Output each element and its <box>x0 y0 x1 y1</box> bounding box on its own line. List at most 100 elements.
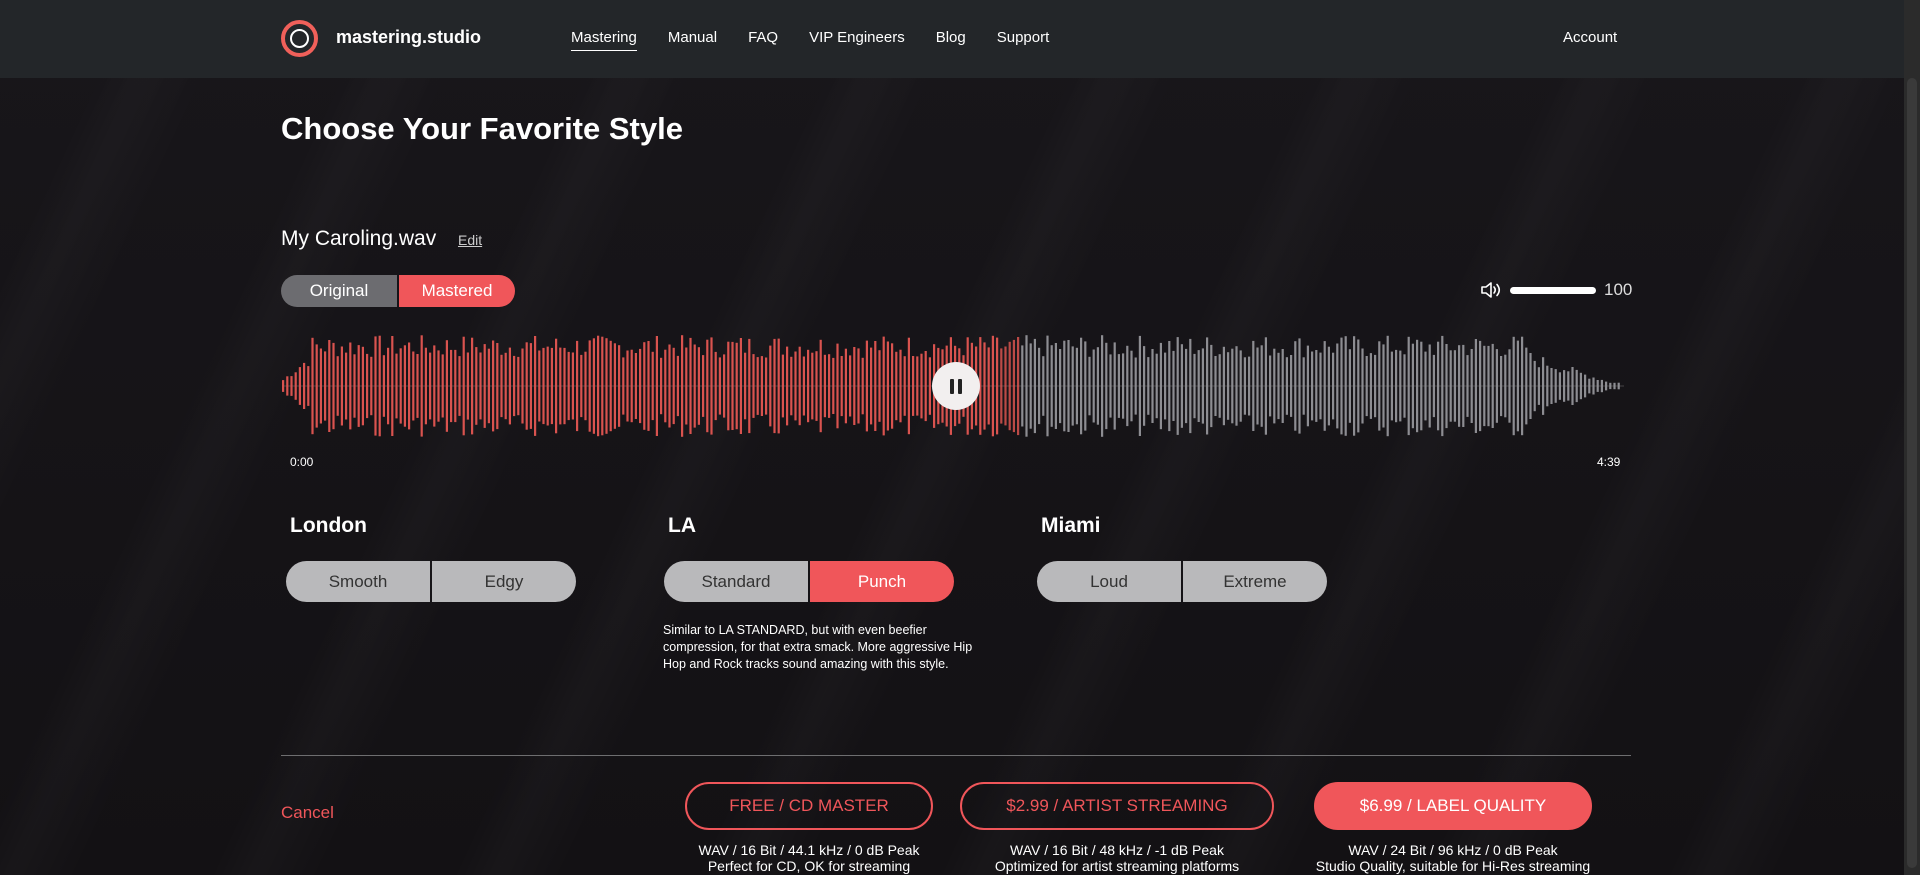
waveform-bar <box>1554 369 1557 403</box>
waveform-bar <box>1172 350 1175 421</box>
waveform-bar <box>1180 344 1183 428</box>
style-description: Similar to LA STANDARD, but with even be… <box>663 623 973 671</box>
london-edgy-button[interactable]: Edgy <box>432 561 576 602</box>
nav-item-manual[interactable]: Manual <box>668 29 717 51</box>
waveform-bar <box>832 357 835 414</box>
waveform-bar <box>374 336 377 436</box>
waveform-bar <box>1029 343 1032 429</box>
waveform-bar <box>1323 341 1326 431</box>
nav-item-vip-engineers[interactable]: VIP Engineers <box>809 29 905 51</box>
waveform-bar <box>836 343 839 429</box>
edit-filename-link[interactable]: Edit <box>458 232 482 248</box>
waveform-bar <box>1550 368 1553 404</box>
waveform-bar <box>1080 337 1083 435</box>
volume-slider[interactable] <box>1510 286 1596 294</box>
account-link[interactable]: Account <box>1563 29 1617 46</box>
artist-streaming-button[interactable]: $2.99 / ARTIST STREAMING <box>960 782 1274 830</box>
waveform-bar <box>454 349 457 423</box>
waveform-bar <box>349 342 352 430</box>
waveform-bar <box>702 355 705 417</box>
la-punch-button[interactable]: Punch <box>810 561 954 602</box>
waveform-bar <box>865 340 868 432</box>
waveform-bar <box>752 354 755 418</box>
waveform-bar <box>895 351 898 421</box>
waveform-bar <box>706 339 709 433</box>
time-start: 0:00 <box>290 455 314 469</box>
nav-item-faq[interactable]: FAQ <box>748 29 778 51</box>
waveform-bar <box>765 357 768 415</box>
waveform-bar <box>1243 357 1246 415</box>
waveform-bar <box>1000 348 1003 424</box>
waveform-bar <box>1378 341 1381 431</box>
waveform-bar <box>1122 353 1125 419</box>
waveform-bar <box>613 343 616 429</box>
waveform-bar <box>1458 345 1461 427</box>
waveform-bar <box>1449 350 1452 422</box>
waveform-bar <box>1579 372 1582 400</box>
tier-label: $6.99 / LABEL QUALITY WAV / 24 Bit / 96 … <box>1314 782 1592 874</box>
waveform-bar <box>538 350 541 422</box>
original-button[interactable]: Original <box>281 275 397 307</box>
waveform-bar <box>1558 372 1561 400</box>
waveform-bar <box>307 366 310 406</box>
waveform-bar <box>1613 382 1616 390</box>
waveform-bar <box>882 336 885 436</box>
waveform-bar <box>849 355 852 417</box>
waveform-bar <box>1004 346 1007 426</box>
waveform-bar <box>714 351 717 421</box>
waveform-bar <box>433 345 436 427</box>
waveform-bar <box>378 335 381 437</box>
waveform-bar <box>1294 341 1297 431</box>
waveform-bar <box>618 345 621 427</box>
page-title: Choose Your Favorite Style <box>281 111 683 146</box>
main-content: Choose Your Favorite Style My Caroling.w… <box>0 0 1920 875</box>
waveform-bar <box>1533 360 1536 412</box>
cancel-link[interactable]: Cancel <box>281 803 334 823</box>
style-label-la: LA <box>668 514 696 537</box>
scrollbar-thumb[interactable] <box>1907 78 1917 868</box>
pause-button[interactable] <box>932 362 980 410</box>
waveform-bar <box>571 352 574 420</box>
nav-item-support[interactable]: Support <box>997 29 1050 51</box>
waveform-bar <box>1348 349 1351 423</box>
waveform-bar <box>1441 335 1444 437</box>
waveform-bar <box>924 351 927 422</box>
speaker-icon[interactable] <box>1480 280 1504 300</box>
brand-name[interactable]: mastering.studio <box>336 27 481 48</box>
miami-loud-button[interactable]: Loud <box>1037 561 1181 602</box>
waveform-bar <box>1109 354 1112 418</box>
waveform-bar <box>559 347 562 425</box>
label-quality-button[interactable]: $6.99 / LABEL QUALITY <box>1314 782 1592 830</box>
main-nav: Mastering Manual FAQ VIP Engineers Blog … <box>571 29 1080 51</box>
waveform-bar <box>907 337 910 435</box>
waveform-bar <box>1386 335 1389 437</box>
waveform-bar <box>1563 370 1566 402</box>
waveform-bar <box>1596 380 1599 392</box>
waveform-bar <box>828 354 831 418</box>
waveform-bar <box>983 342 986 430</box>
waveform-bar <box>1126 345 1129 427</box>
waveform-bar <box>1390 351 1393 421</box>
waveform-bar <box>676 355 679 417</box>
waveform-bar <box>1546 365 1549 407</box>
nav-item-blog[interactable]: Blog <box>936 29 966 51</box>
nav-item-mastering[interactable]: Mastering <box>571 29 637 51</box>
logo-icon[interactable] <box>281 20 318 57</box>
waveform-bar <box>1298 338 1301 434</box>
waveform-bar <box>1088 356 1091 416</box>
waveform-bar <box>387 347 390 425</box>
scrollbar[interactable] <box>1904 0 1920 875</box>
waveform-bar <box>693 344 696 428</box>
style-group-la: LA Standard Punch <box>664 514 954 602</box>
free-cd-master-button[interactable]: FREE / CD MASTER <box>685 782 933 830</box>
mastered-button[interactable]: Mastered <box>399 275 515 307</box>
waveform-bar <box>1470 349 1473 423</box>
waveform-bar <box>294 372 297 400</box>
la-standard-button[interactable]: Standard <box>664 561 808 602</box>
waveform-bar <box>597 335 600 437</box>
waveform-bar <box>1210 344 1213 428</box>
waveform-bar <box>588 340 591 432</box>
london-smooth-button[interactable]: Smooth <box>286 561 430 602</box>
waveform-bar <box>769 345 772 427</box>
miami-extreme-button[interactable]: Extreme <box>1183 561 1327 602</box>
